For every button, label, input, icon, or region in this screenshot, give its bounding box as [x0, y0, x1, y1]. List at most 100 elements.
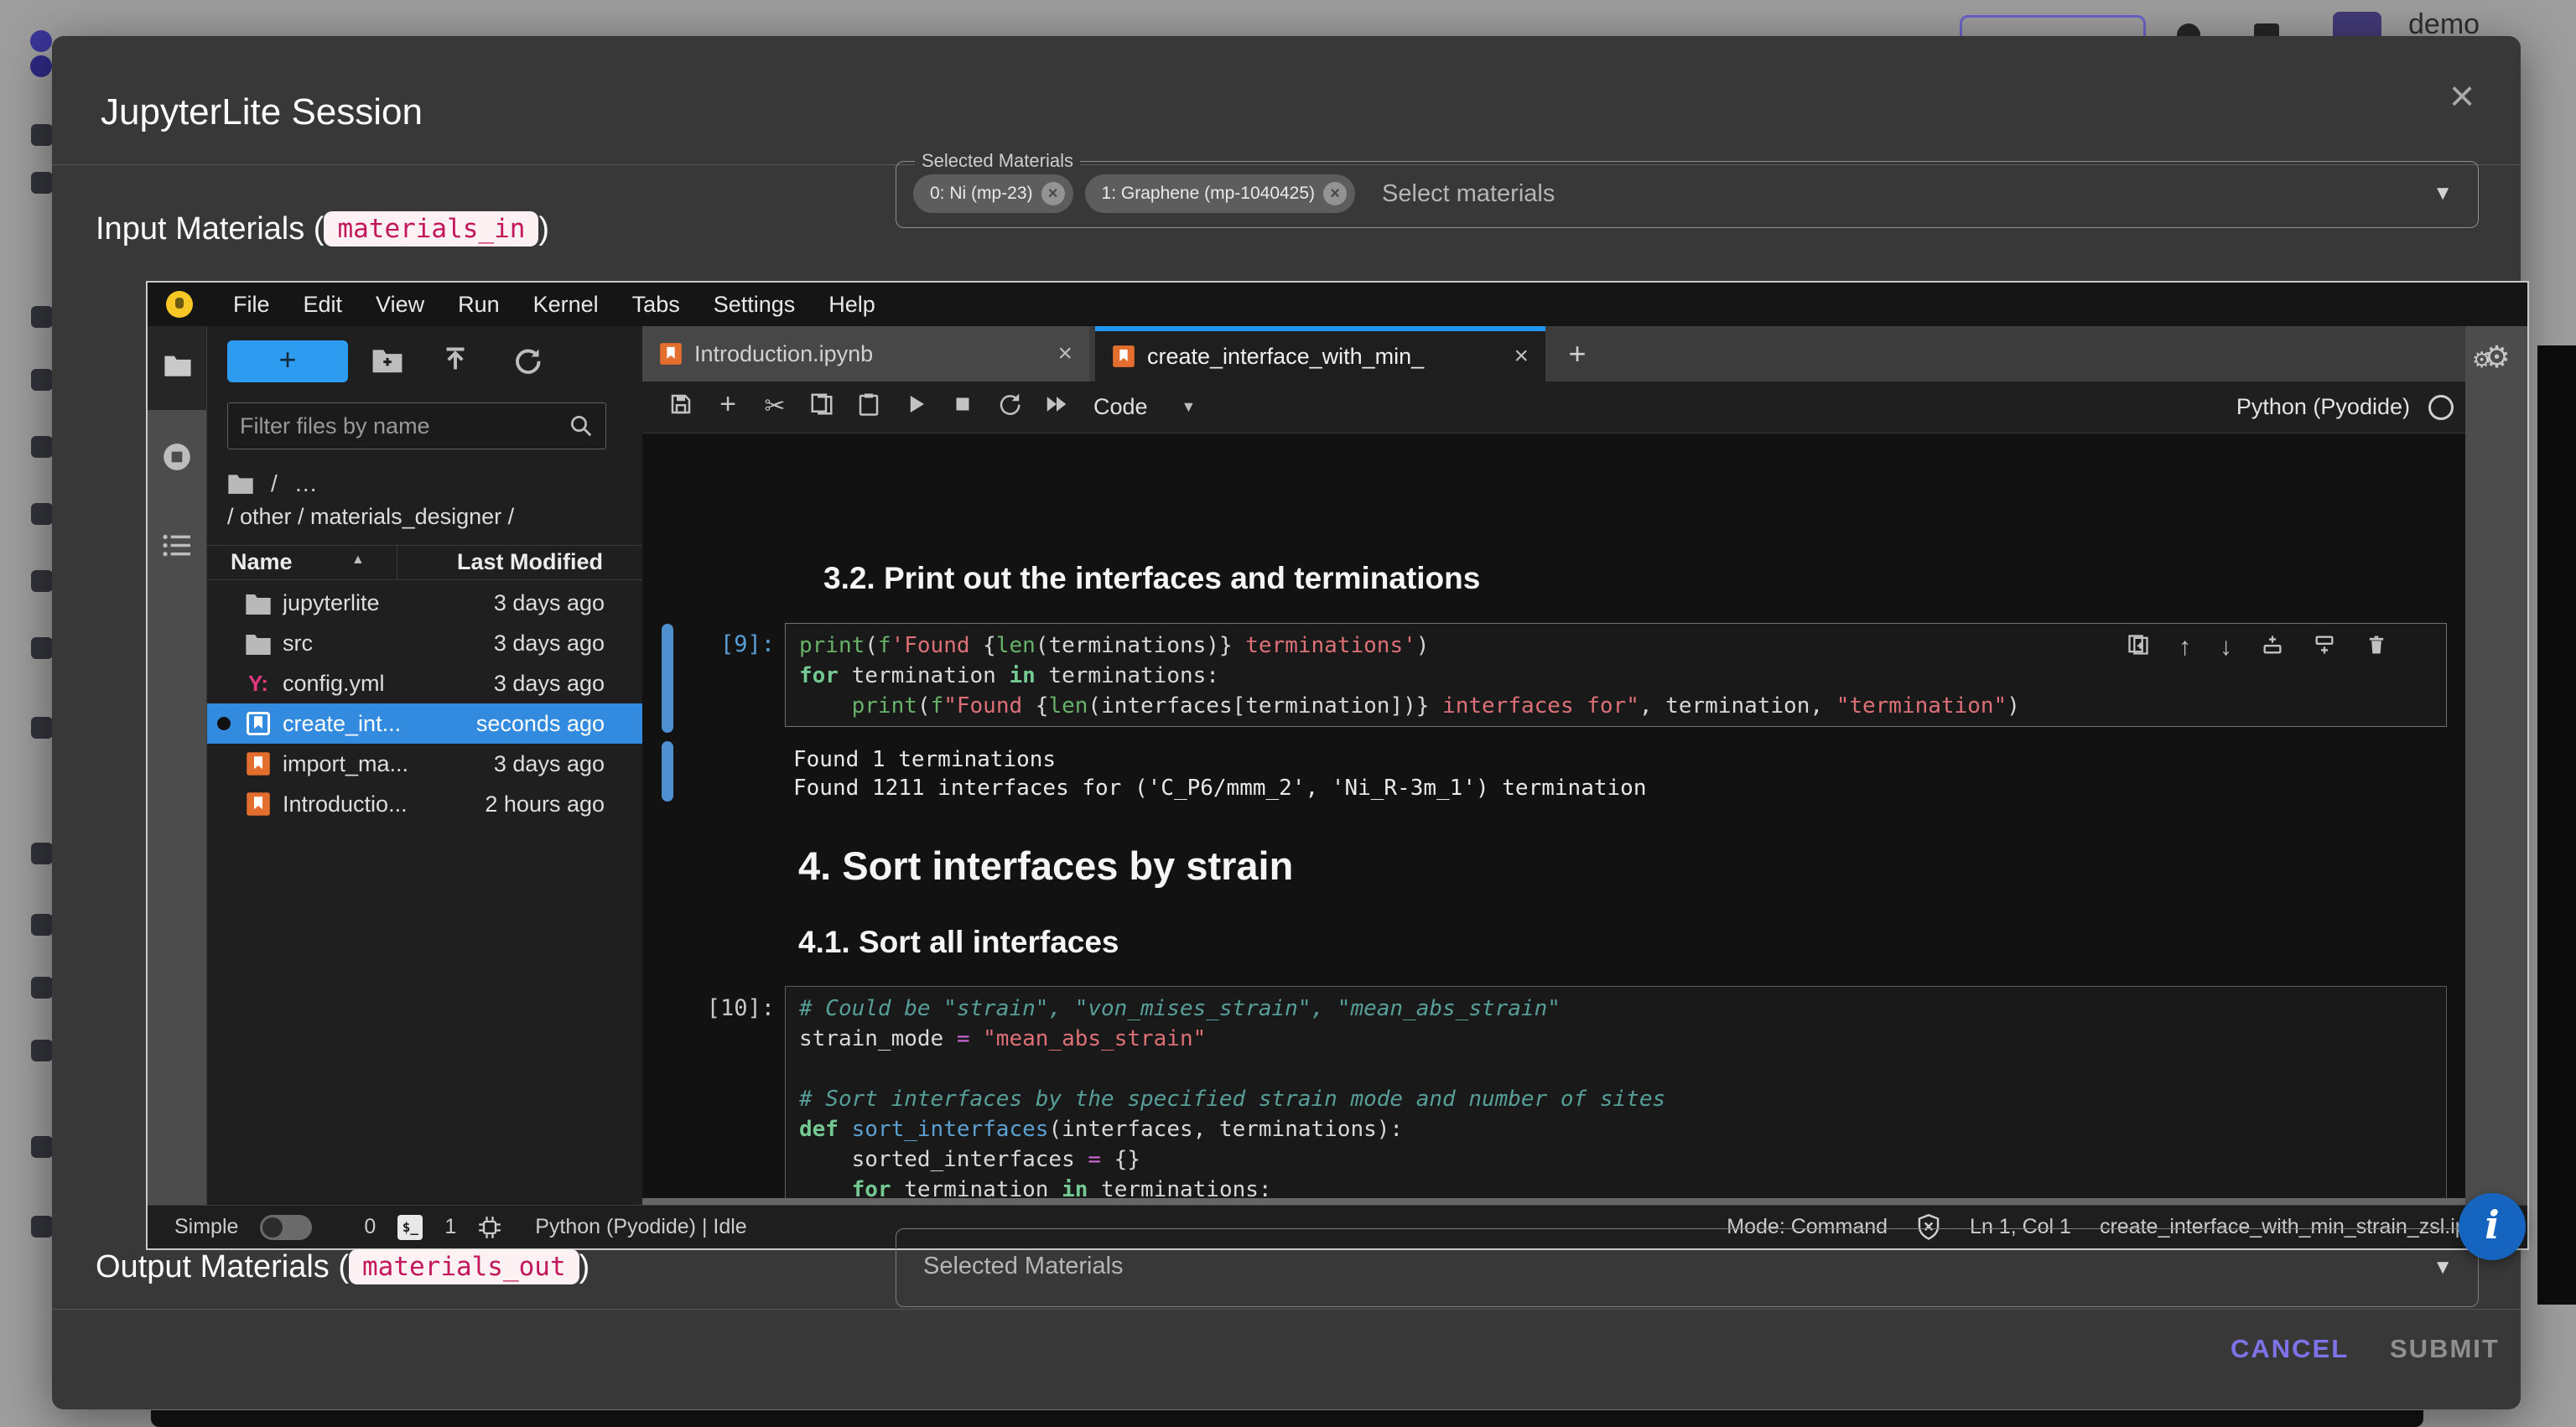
cell-type-select[interactable]: Code ▼	[1093, 394, 1196, 420]
select-materials-placeholder: Select materials	[1382, 180, 1555, 208]
folder-icon	[244, 589, 273, 617]
column-modified[interactable]: Last Modified	[457, 549, 603, 575]
material-chip[interactable]: 1: Graphene (mp-1040425) ×	[1085, 174, 1356, 213]
menu-run[interactable]: Run	[441, 292, 517, 318]
menu-view[interactable]: View	[359, 292, 441, 318]
tab-bar: Introduction.ipynb × create_interface_wi…	[642, 326, 2465, 381]
background-app-icon	[31, 843, 53, 864]
background-app-icon	[31, 124, 53, 146]
move-up-icon[interactable]: ↑	[2179, 633, 2191, 662]
insert-below-icon[interactable]	[2313, 633, 2336, 662]
code-cell[interactable]: # Could be "strain", "von_mises_strain",…	[785, 986, 2447, 1198]
cell-prompt: [10]:	[666, 995, 775, 1021]
cut-icon[interactable]: ✂	[751, 392, 798, 423]
insert-above-icon[interactable]	[2261, 633, 2284, 662]
kernel-status-icon[interactable]	[2428, 395, 2454, 420]
table-of-contents-tab[interactable]	[148, 533, 206, 564]
cell-toolbar: ↑↓	[2127, 633, 2388, 662]
output-collapser[interactable]	[662, 741, 673, 802]
new-launcher-button[interactable]: +	[227, 340, 348, 382]
upload-icon[interactable]	[440, 345, 470, 381]
sort-arrow-icon: ▲	[351, 553, 365, 568]
close-tab-icon[interactable]: ×	[1514, 342, 1529, 371]
running-sessions-tab[interactable]	[148, 441, 206, 477]
add-icon[interactable]: +	[704, 392, 751, 423]
background-app-content-edge	[151, 1410, 2423, 1427]
file-browser-tab[interactable]	[148, 326, 206, 410]
filter-files-input[interactable]: Filter files by name	[227, 402, 606, 449]
property-inspector-tab[interactable]: ⚙⚙	[2472, 340, 2511, 375]
restart-icon[interactable]	[986, 392, 1033, 423]
dialog-title: JupyterLite Session	[101, 91, 423, 133]
menu-file[interactable]: File	[216, 292, 287, 318]
tab-create-interface[interactable]: create_interface_with_min_ ×	[1095, 326, 1545, 381]
file-row[interactable]: create_int...seconds ago	[207, 703, 643, 744]
file-list-header[interactable]: Name ▲ Last Modified	[207, 545, 643, 580]
background-app-icon	[31, 1136, 53, 1158]
new-tab-button[interactable]: +	[1556, 333, 1598, 375]
breadcrumb-ellipsis[interactable]: …	[294, 470, 318, 497]
paste-icon[interactable]	[845, 392, 892, 423]
chevron-down-icon: ▼	[2433, 1256, 2453, 1279]
folder-icon	[164, 353, 192, 378]
file-row[interactable]: Y:config.yml3 days ago	[207, 663, 643, 703]
tab-introduction[interactable]: Introduction.ipynb ×	[642, 326, 1089, 381]
delete-icon[interactable]	[2365, 633, 2388, 662]
duplicate-icon[interactable]	[2127, 633, 2150, 662]
file-name: src	[283, 630, 494, 656]
info-button[interactable]: i	[2459, 1193, 2526, 1260]
yaml-icon: Y:	[244, 669, 273, 698]
materials-out-chip: materials_out	[349, 1249, 579, 1284]
notebook-toolbar: +✂ Code ▼ Python (Pyodide)	[642, 381, 2465, 433]
remove-chip-icon[interactable]: ×	[1323, 182, 1347, 205]
menu-kernel[interactable]: Kernel	[517, 292, 615, 318]
close-tab-icon[interactable]: ×	[1057, 340, 1072, 368]
background-app-icon	[31, 436, 53, 458]
jupyterlite-logo-icon	[166, 291, 193, 318]
selected-material-chips: 0: Ni (mp-23) × 1: Graphene (mp-1040425)…	[913, 174, 1555, 213]
selected-materials-input[interactable]: Selected Materials 0: Ni (mp-23) × 1: Gr…	[896, 161, 2479, 228]
menu-settings[interactable]: Settings	[697, 292, 813, 318]
file-row[interactable]: jupyterlite3 days ago	[207, 583, 643, 623]
menu-edit[interactable]: Edit	[287, 292, 360, 318]
new-folder-icon[interactable]	[371, 346, 403, 379]
fast-forward-icon[interactable]	[1033, 392, 1080, 423]
file-row[interactable]: import_ma...3 days ago	[207, 744, 643, 784]
input-materials-label: Input Materials (	[96, 211, 324, 247]
file-modified: 3 days ago	[494, 630, 605, 656]
horizontal-scrollbar[interactable]	[642, 1198, 2465, 1205]
submit-button[interactable]: SUBMIT	[2390, 1334, 2500, 1364]
section-heading: 4. Sort interfaces by strain	[798, 843, 1293, 889]
file-name: Introductio...	[283, 791, 485, 817]
background-app-icon	[31, 306, 53, 328]
refresh-icon[interactable]	[512, 345, 543, 381]
jupyter-menubar: FileEditViewRunKernelTabsSettingsHelp	[148, 283, 2527, 326]
column-name[interactable]: Name	[231, 549, 293, 575]
copy-icon[interactable]	[798, 392, 845, 423]
chevron-down-icon[interactable]: ▼	[2433, 182, 2453, 205]
notebook-icon	[244, 750, 273, 778]
stop-icon[interactable]	[939, 392, 986, 423]
file-row[interactable]: Introductio...2 hours ago	[207, 784, 643, 824]
breadcrumb[interactable]: / …	[227, 470, 318, 497]
file-row[interactable]: src3 days ago	[207, 623, 643, 663]
file-name: create_int...	[283, 711, 476, 737]
output-materials-select[interactable]: Selected Materials ▼	[896, 1228, 2479, 1307]
save-icon[interactable]	[657, 392, 704, 423]
menu-tabs[interactable]: Tabs	[615, 292, 697, 318]
run-icon[interactable]	[892, 392, 939, 423]
remove-chip-icon[interactable]: ×	[1041, 182, 1065, 205]
home-folder-icon[interactable]	[227, 472, 254, 496]
background-app-logo	[30, 30, 52, 52]
close-icon[interactable]: ×	[2437, 71, 2487, 122]
file-name: import_ma...	[283, 751, 494, 777]
move-down-icon[interactable]: ↓	[2220, 633, 2232, 662]
file-modified: 2 hours ago	[485, 791, 605, 817]
kernel-name[interactable]: Python (Pyodide)	[2236, 394, 2410, 420]
material-chip[interactable]: 0: Ni (mp-23) ×	[913, 174, 1073, 213]
folder-icon	[244, 629, 273, 657]
notebook-content[interactable]: 3.2. Print out the interfaces and termin…	[642, 433, 2465, 1198]
file-modified: seconds ago	[476, 711, 605, 737]
cancel-button[interactable]: CANCEL	[2231, 1334, 2349, 1364]
menu-help[interactable]: Help	[812, 292, 892, 318]
